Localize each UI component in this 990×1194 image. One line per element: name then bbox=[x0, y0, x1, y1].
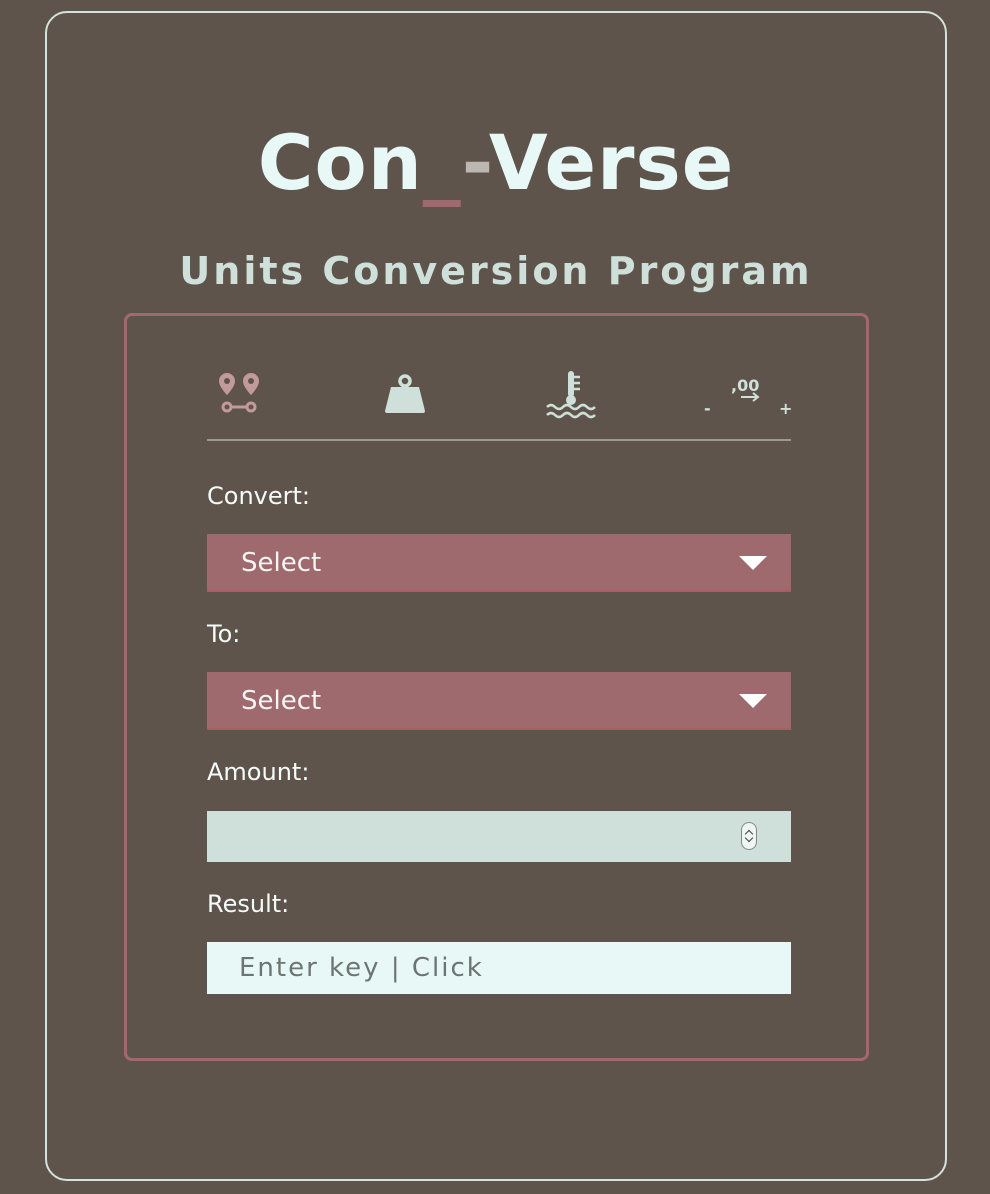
amount-label: Amount: bbox=[207, 758, 310, 786]
decimal-precision-icon: ,00 - + bbox=[704, 376, 792, 418]
tab-temperature[interactable] bbox=[541, 369, 601, 419]
result-label: Result: bbox=[207, 890, 290, 918]
to-label: To: bbox=[207, 620, 241, 648]
tab-decimal[interactable]: ,00 - + bbox=[701, 369, 797, 419]
chevron-down-icon bbox=[739, 556, 767, 570]
convert-select-value: Select bbox=[241, 548, 322, 578]
title-part1: Con bbox=[257, 118, 423, 207]
thermometer-water-icon bbox=[546, 371, 596, 419]
decimal-label: ,00 bbox=[731, 376, 759, 395]
unit-tabs: ,00 - + bbox=[207, 361, 792, 441]
title-dash: - bbox=[461, 118, 489, 207]
convert-select[interactable]: Select bbox=[207, 534, 791, 592]
amount-input[interactable] bbox=[207, 811, 791, 862]
tab-weight[interactable] bbox=[375, 369, 435, 419]
decimal-plus: + bbox=[779, 399, 792, 418]
to-select[interactable]: Select bbox=[207, 672, 791, 730]
app-title: Con_-Verse bbox=[47, 125, 945, 201]
tab-length[interactable] bbox=[211, 369, 271, 419]
converter-panel: ,00 - + Convert: Select To: Select Amoun… bbox=[124, 313, 869, 1061]
title-part2: Verse bbox=[488, 118, 735, 207]
decimal-minus: - bbox=[704, 399, 711, 418]
to-select-value: Select bbox=[241, 686, 322, 716]
convert-label: Convert: bbox=[207, 482, 310, 510]
weight-icon bbox=[385, 374, 425, 413]
map-pins-route-icon bbox=[219, 373, 259, 413]
app-subtitle: Units Conversion Program bbox=[179, 249, 813, 293]
result-field[interactable]: Enter key | Click bbox=[207, 942, 791, 994]
title-underscore: _ bbox=[422, 118, 462, 207]
chevron-down-icon bbox=[739, 694, 767, 708]
number-spinner-icon[interactable] bbox=[741, 822, 757, 850]
